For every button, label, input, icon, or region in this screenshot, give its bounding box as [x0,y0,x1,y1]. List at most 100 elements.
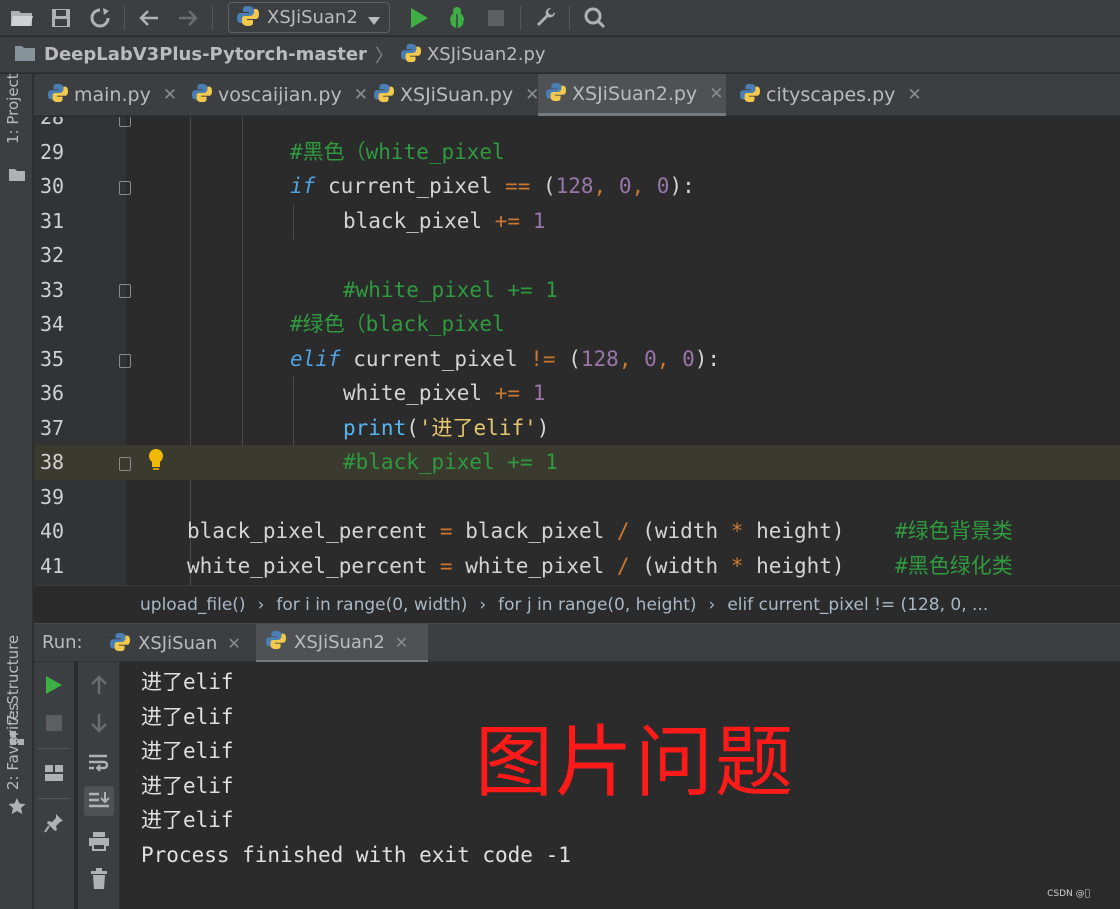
line-number: 31 [40,208,65,233]
favorites-tool-button[interactable]: 2: Favorites [4,703,22,790]
line-number: 38 [40,445,80,480]
layout-icon[interactable] [39,758,69,788]
code-crumb[interactable]: upload_file() [140,595,246,615]
code-operator: * [730,519,744,543]
scroll-end-icon[interactable] [84,786,114,816]
python-icon [237,5,259,31]
fold-icon[interactable] [119,354,131,368]
debug-icon[interactable] [443,4,471,32]
print-icon[interactable] [84,826,114,856]
code-comment: #绿色背景类 [895,519,1013,543]
tab-xsjisuan2-py[interactable]: XSJiSuan2.py ✕ [538,74,726,116]
python-icon [740,83,760,107]
code-keyword: if [290,174,316,198]
run-panel-header: Run: XSJiSuan ✕ XSJiSuan2 ✕ [34,623,1120,663]
code-line-31: 31 black_pixel += 1 [34,204,1120,239]
fold-icon[interactable] [119,284,131,298]
chevron-right-icon: › [257,594,265,615]
breadcrumb-file[interactable]: XSJiSuan2.py [427,44,546,65]
chevron-right-icon: › [479,594,487,615]
code-comma: , [618,346,645,371]
chevron-right-icon: › [708,594,716,615]
back-icon[interactable] [135,4,163,32]
forward-icon[interactable] [174,4,202,32]
code-line-34: 34 #绿色（black_pixel [34,307,1120,342]
tab-voscaijian-py[interactable]: voscaijian.py ✕ [184,74,368,116]
star-icon [8,797,26,819]
console-line: 进了elif [141,773,234,798]
python-icon [48,83,68,107]
run-config-label: XSJiSuan2 [267,7,358,28]
code-comment: #white_pixel += 1 [343,277,558,302]
code-identifier: height) [756,553,845,578]
close-icon[interactable]: ✕ [227,634,240,653]
code-comma: , [631,174,657,198]
line-number: 37 [40,415,65,440]
code-line-30: 30 if current_pixel == (128, 0, 0): [34,169,1120,204]
code-line-41: 41 white_pixel_percent = white_pixel / (… [34,549,1120,584]
stop-icon[interactable] [482,4,510,32]
code-crumb[interactable]: elif current_pixel != (128, 0, ... [727,595,988,615]
stop-square-icon[interactable] [39,708,69,738]
code-identifier: current_pixel [327,174,493,198]
navigation-breadcrumb: DeepLabV3Plus-Pytorch-master 〉 XSJiSuan2… [0,37,1120,73]
tab-main-py[interactable]: main.py ✕ [40,74,180,116]
code-crumb[interactable]: for i in range(0, width) [276,595,467,615]
code-paren: ): [694,346,721,371]
save-icon[interactable] [47,4,75,32]
line-number: 29 [40,139,65,164]
fold-icon[interactable] [119,181,131,195]
sync-icon[interactable] [86,4,114,32]
tab-cityscapes-py[interactable]: cityscapes.py ✕ [732,74,922,116]
search-icon[interactable] [581,4,609,32]
trash-icon[interactable] [84,864,114,894]
code-operator: += [494,381,521,405]
tab-label: XSJiSuan.py [400,84,514,106]
down-arrow-icon[interactable] [84,708,114,738]
fold-icon[interactable] [119,117,131,127]
close-icon[interactable]: ✕ [907,85,921,105]
console-line: 进了elif [141,704,234,729]
code-editor[interactable]: 28 29 #黑色（white_pixel 30 if current_pixe… [34,117,1120,585]
run-tab-xsjisuan[interactable]: XSJiSuan ✕ [100,624,250,663]
main-toolbar: XSJiSuan2 [0,0,1120,36]
code-operator: != [530,346,556,371]
tab-xsjisuan-py[interactable]: XSJiSuan.py ✕ [366,74,539,116]
up-arrow-icon[interactable] [84,670,114,700]
code-identifier: white_pixel_percent [187,553,428,578]
tab-label: voscaijian.py [218,84,342,106]
code-line-28: 28 [34,117,1120,135]
code-number: 0 [682,346,695,371]
breadcrumb-project[interactable]: DeepLabV3Plus-Pytorch-master [44,44,367,65]
code-line-40: 40 black_pixel_percent = black_pixel / (… [34,514,1120,549]
code-number: 0 [644,346,657,371]
code-comma: , [593,174,619,198]
run-console[interactable]: 进了elif 进了elif 进了elif 进了elif 进了elif Proce… [121,662,1120,909]
code-number: 1 [532,208,546,233]
wrench-icon[interactable] [532,4,560,32]
code-crumb[interactable]: for j in range(0, height) [498,595,696,615]
run-icon[interactable] [405,4,433,32]
code-line-32: 32 [34,238,1120,273]
line-number: 33 [40,277,65,302]
project-tool-button[interactable]: 1: Project [4,73,22,144]
fold-icon[interactable] [119,457,131,471]
python-icon [374,83,394,107]
close-icon[interactable]: ✕ [163,85,177,105]
run-config-selector[interactable]: XSJiSuan2 [228,2,390,33]
code-line-37: 37 print('进了elif') [34,411,1120,446]
chevron-down-icon [367,11,381,30]
code-builtin: print [343,415,407,440]
close-icon[interactable]: ✕ [395,633,408,652]
soft-wrap-icon[interactable] [84,748,114,778]
run-tab-xsjisuan2[interactable]: XSJiSuan2 ✕ [256,624,428,663]
rerun-icon[interactable] [39,670,69,700]
close-icon[interactable]: ✕ [709,84,723,104]
bulb-icon[interactable] [147,448,165,476]
line-number: 40 [40,519,65,543]
run-label: Run: [42,632,83,653]
folder-icon [9,166,25,185]
pin-icon[interactable] [39,808,69,838]
open-folder-icon[interactable] [8,4,36,32]
code-number: 128 [580,346,619,371]
